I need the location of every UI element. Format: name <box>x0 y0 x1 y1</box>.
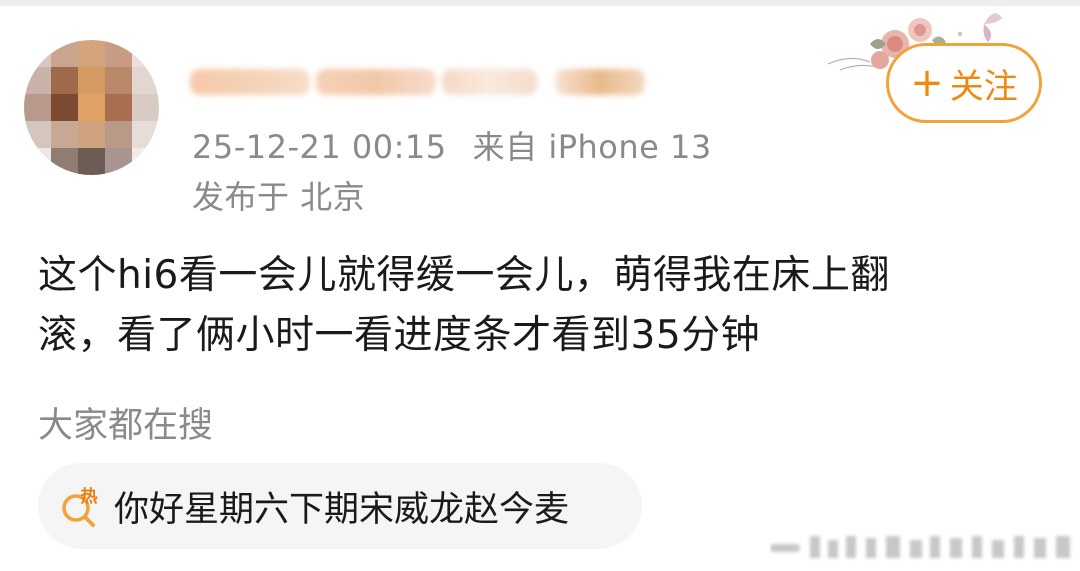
username-blurred[interactable] <box>190 60 690 104</box>
weibo-post-card: 25-12-21 00:15 来自 iPhone 13 发布于 北京 + 关注 这… <box>0 0 1080 571</box>
follow-button-label: 关注 <box>949 66 1018 107</box>
watermark-blurred <box>770 536 1070 558</box>
post-source: 来自 iPhone 13 <box>472 128 712 166</box>
hot-badge: 热 <box>81 486 98 507</box>
post-timestamp: 25-12-21 00:15 <box>192 128 447 166</box>
trending-query-label: 你好星期六下期宋威龙赵今麦 <box>114 489 570 530</box>
post-location: 发布于 北京 <box>192 178 366 216</box>
post-text-line: 滚，看了俩小时一看进度条才看到35分钟 <box>38 313 761 358</box>
trending-search-chip[interactable]: 热 你好星期六下期宋威龙赵今麦 <box>38 463 642 549</box>
post-body-text: 这个hi6看一会儿就得缓一会儿，萌得我在床上翻 滚，看了俩小时一看进度条才看到3… <box>38 246 1038 366</box>
post-text-line: 这个hi6看一会儿就得缓一会儿，萌得我在床上翻 <box>38 253 890 298</box>
avatar[interactable] <box>24 40 159 175</box>
post-meta-line: 25-12-21 00:15 来自 iPhone 13 <box>192 122 712 168</box>
hot-search-icon: 热 <box>62 486 98 527</box>
plus-icon: + <box>910 60 944 106</box>
trending-section-label: 大家都在搜 <box>38 406 214 446</box>
follow-button[interactable]: + 关注 <box>886 43 1042 123</box>
